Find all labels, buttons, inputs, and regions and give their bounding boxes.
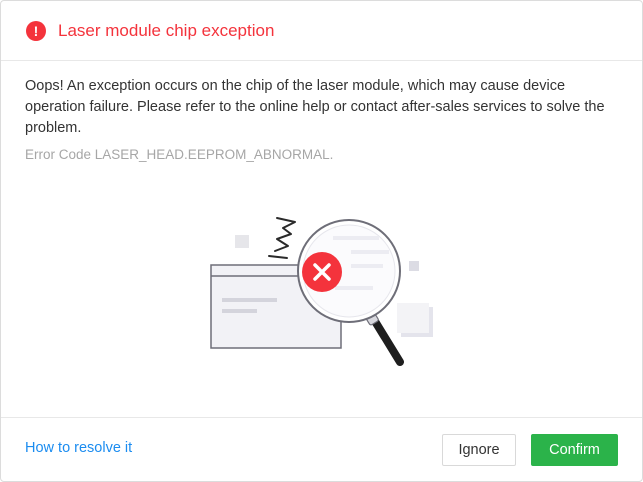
error-message: Oops! An exception occurs on the chip of… xyxy=(25,78,605,136)
decor-square-bottom xyxy=(397,303,429,333)
confirm-button[interactable]: Confirm xyxy=(531,434,618,466)
how-to-resolve-link[interactable]: How to resolve it xyxy=(25,440,132,456)
dialog-title: Laser module chip exception xyxy=(58,21,275,40)
magnifier-error-illustration xyxy=(210,217,433,366)
exception-dialog: ! Laser module chip exception Oops! An e… xyxy=(0,0,643,482)
scribble-icon xyxy=(274,217,296,252)
lens-text-line-2 xyxy=(351,250,389,254)
decor-square-left xyxy=(235,235,249,248)
lens-text-line-1 xyxy=(333,236,379,240)
window-text-line-2 xyxy=(222,309,257,313)
scribble-dash xyxy=(268,255,288,259)
magnifier-handle xyxy=(369,314,404,366)
lens-text-line-4 xyxy=(335,286,373,290)
dialog-header: ! Laser module chip exception xyxy=(1,1,642,61)
error-code: Error Code LASER_HEAD.EEPROM_ABNORMAL. xyxy=(25,147,334,162)
dialog-footer: How to resolve it Ignore Confirm xyxy=(1,417,642,482)
lens-text-line-3 xyxy=(351,264,383,268)
window-text-line-1 xyxy=(222,298,277,302)
decor-square-right xyxy=(409,261,419,271)
exclamation-circle-icon: ! xyxy=(26,21,46,41)
ignore-button[interactable]: Ignore xyxy=(442,434,516,466)
